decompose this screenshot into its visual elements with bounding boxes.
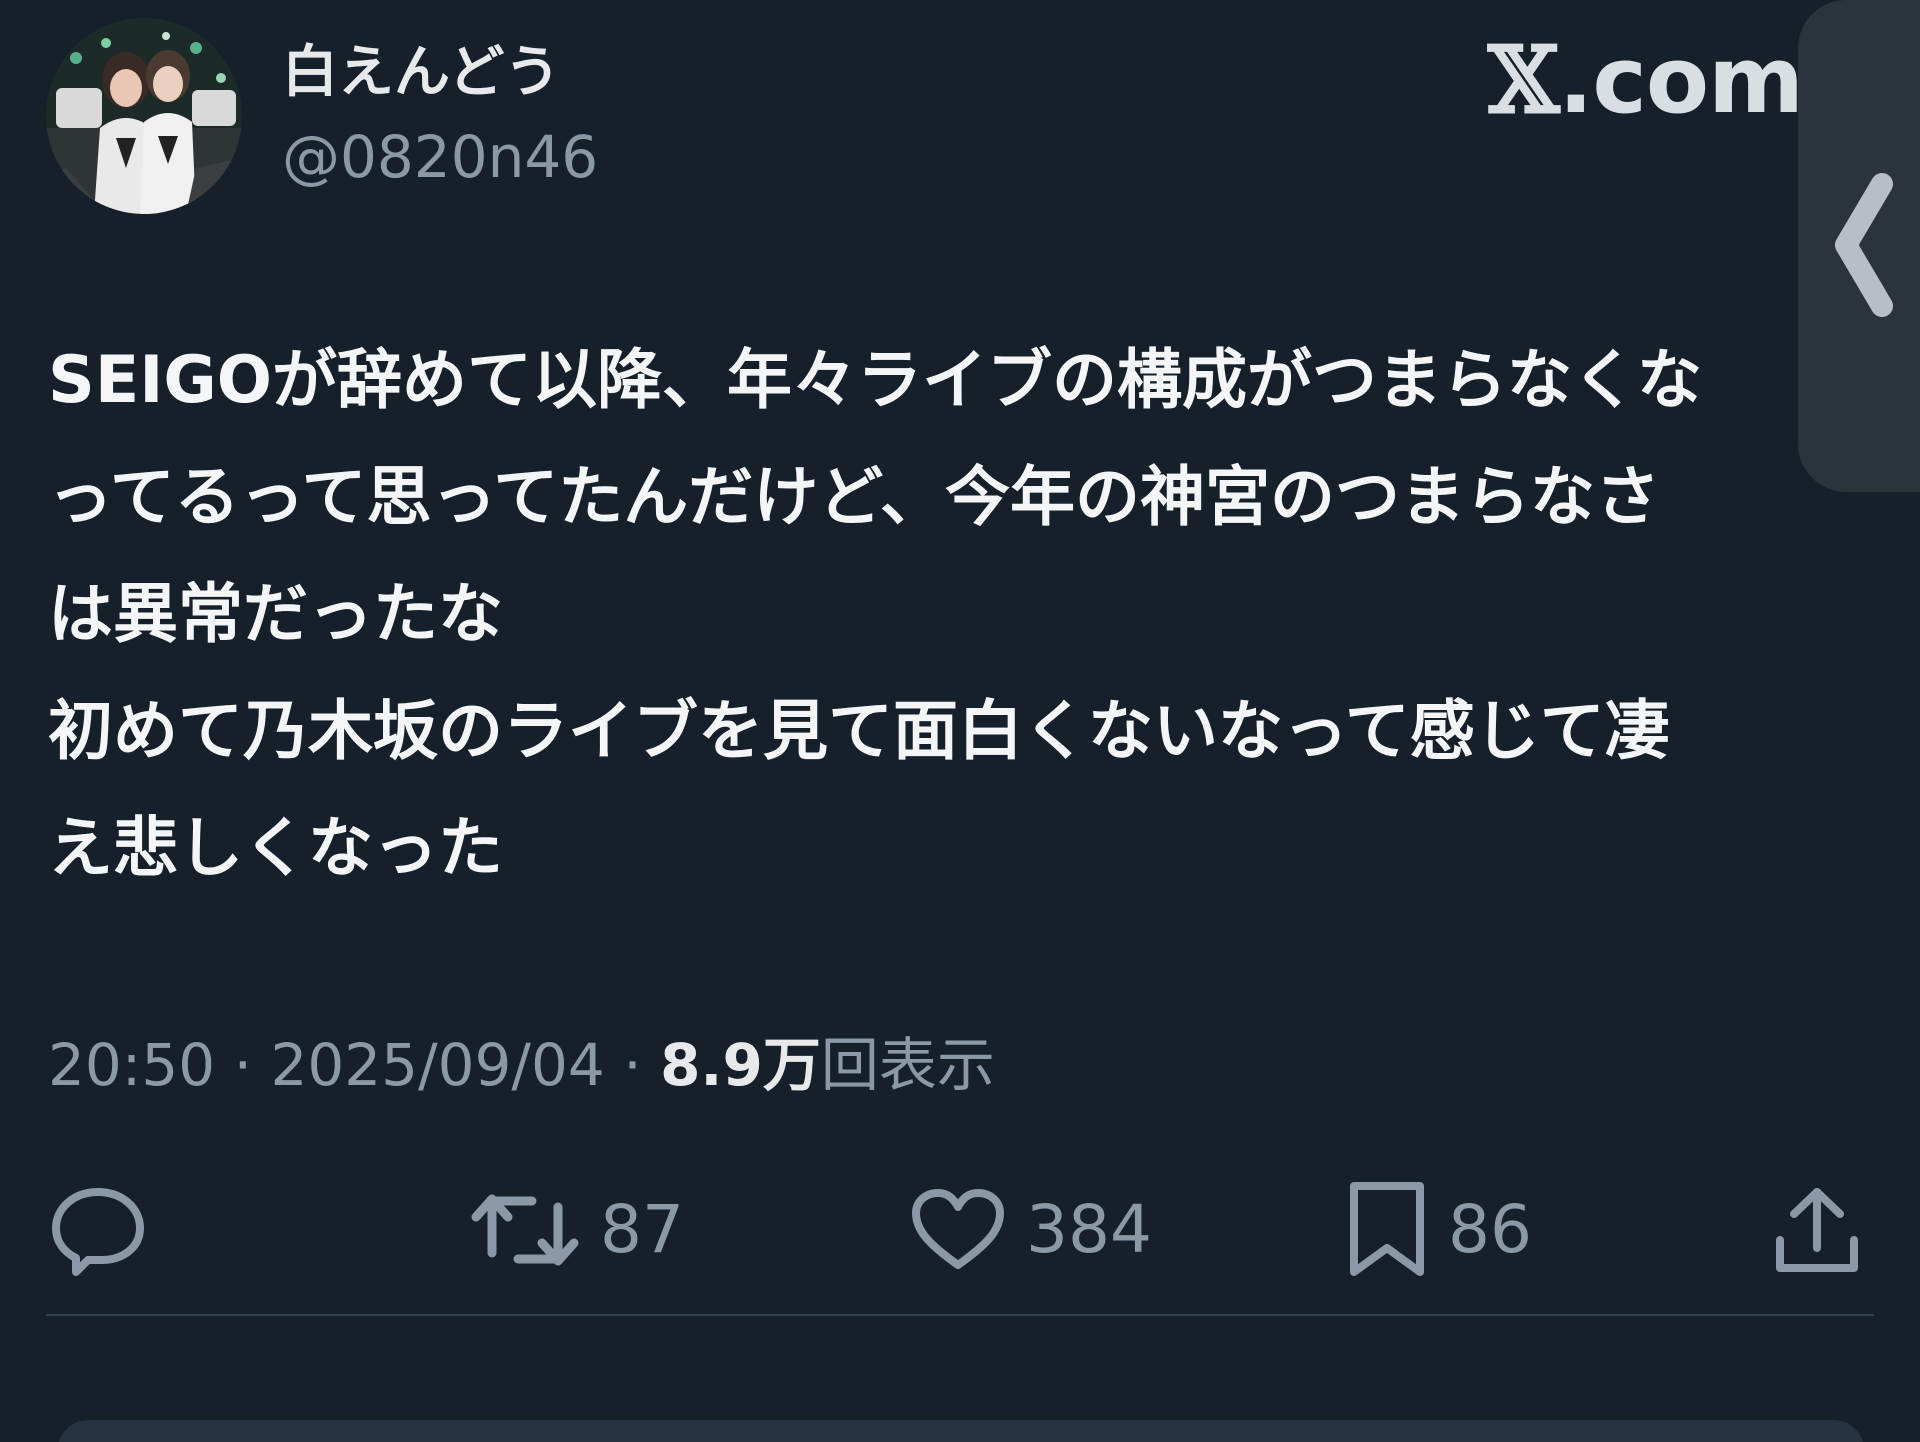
like-button[interactable]: 384: [910, 1175, 1152, 1285]
reply-button[interactable]: [48, 1175, 148, 1285]
action-bar: 87 384 86: [0, 1175, 1920, 1285]
tweet-text-line: ってるって思ってたんだけど、今年の神宮のつまらなさ: [48, 460, 1661, 535]
meta-separator: ·: [604, 1031, 661, 1099]
tweet-text-line: SEIGOが辞めて以降、年々ライブの構成がつまらなくな: [48, 343, 1703, 418]
tweet-text: SEIGOが辞めて以降、年々ライブの構成がつまらなくな ってるって思ってたんだけ…: [48, 322, 1838, 907]
retweet-icon: [471, 1194, 579, 1266]
reply-composer-bar[interactable]: [58, 1420, 1864, 1442]
tweet-text-line: 初めて乃木坂のライブを見て面白くないなって感じて凄: [48, 694, 1670, 769]
chevron-left-icon: [1835, 173, 1893, 317]
tweet-text-line: え悲しくなった: [48, 811, 504, 886]
bookmark-button[interactable]: 86: [1346, 1175, 1532, 1285]
display-name[interactable]: 白えんどう: [282, 38, 560, 108]
tweet-date[interactable]: 2025/09/04: [270, 1031, 604, 1099]
heart-icon: [912, 1189, 1004, 1269]
retweet-button[interactable]: 87: [470, 1175, 684, 1285]
tweet-meta: 20:50 · 2025/09/04 · 8.9万回表示: [48, 1030, 995, 1100]
watermark-suffix: .com: [1558, 27, 1804, 134]
user-handle[interactable]: @0820n46: [282, 122, 598, 192]
avatar[interactable]: [46, 18, 242, 214]
bookmark-icon: [1350, 1182, 1424, 1276]
meta-separator: ·: [215, 1031, 271, 1099]
views-count: 8.9万: [660, 1031, 821, 1099]
share-icon: [1776, 1188, 1858, 1272]
profile-photo-icon: [46, 18, 242, 214]
like-count: 384: [1026, 1191, 1152, 1268]
share-button[interactable]: [1772, 1175, 1862, 1285]
tweet-time[interactable]: 20:50: [48, 1031, 215, 1099]
retweet-count: 87: [600, 1191, 684, 1268]
tweet-screenshot: 白えんどう @0820n46 𝕏.com SEIGOが辞めて以降、年々ライブの構…: [0, 0, 1920, 1442]
tweet-text-line: は異常だったな: [48, 577, 504, 652]
site-watermark: 𝕏.com: [1488, 27, 1804, 134]
views-label: 回表示: [820, 1031, 995, 1099]
reply-icon: [52, 1188, 144, 1276]
divider: [46, 1314, 1874, 1316]
x-logo-icon: 𝕏: [1488, 26, 1559, 134]
bookmark-count: 86: [1448, 1191, 1532, 1268]
